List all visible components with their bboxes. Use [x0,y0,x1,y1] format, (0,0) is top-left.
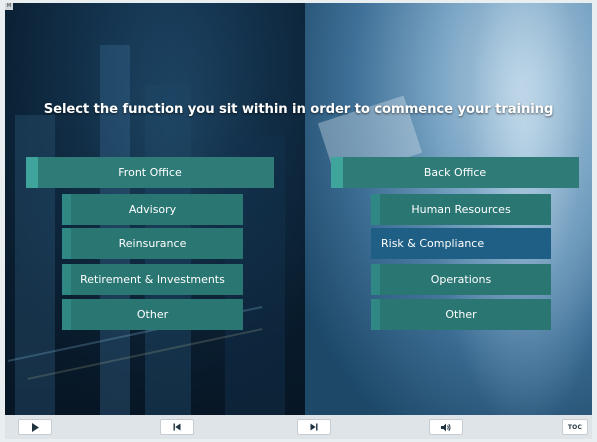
reinsurance-button[interactable]: Reinsurance [62,228,243,259]
front-office-button[interactable]: Front Office [26,157,274,188]
slide-stage: Select the function you sit within in or… [5,3,592,415]
operations-button[interactable]: Operations [371,264,551,295]
skip-back-icon [173,423,181,431]
next-button[interactable] [297,419,331,435]
advisory-button[interactable]: Advisory [62,194,243,225]
toc-label: TOC [567,423,583,431]
back-office-other-button[interactable]: Other [371,299,551,330]
play-button[interactable] [18,419,52,435]
volume-button[interactable] [429,419,463,435]
risk-compliance-button[interactable]: Risk & Compliance [371,228,551,259]
front-office-other-button[interactable]: Other [62,299,243,330]
previous-button[interactable] [160,419,194,435]
back-office-button[interactable]: Back Office [331,157,579,188]
player-logo-icon: M [5,3,13,10]
skip-forward-icon [310,423,318,431]
play-icon [31,422,39,432]
page-title: Select the function you sit within in or… [43,102,554,117]
player-control-bar: TOC [5,415,592,439]
retirement-investments-button[interactable]: Retirement & Investments [62,264,243,295]
toc-button[interactable]: TOC [562,419,588,435]
human-resources-button[interactable]: Human Resources [371,194,551,225]
volume-icon [440,423,450,431]
